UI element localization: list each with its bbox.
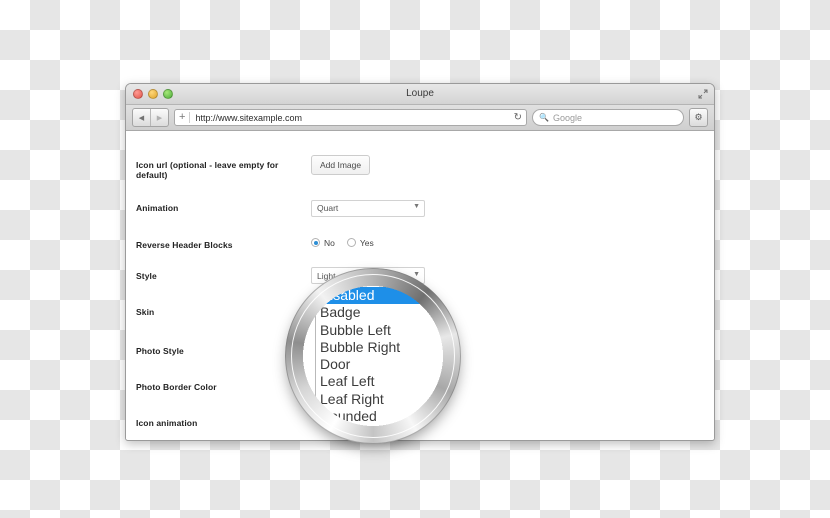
field-icon-url: Add Image: [311, 155, 714, 175]
field-style: Light ▼: [311, 266, 714, 284]
form-row-icon-animation: Icon animation: [126, 413, 714, 428]
label-skin: Skin: [136, 307, 155, 317]
field-animation: Quart ▼: [311, 198, 714, 217]
form-row-icon-url: Icon url (optional - leave empty for def…: [126, 155, 714, 180]
close-window-button[interactable]: [133, 89, 143, 99]
reverse-header-radio-group: No Yes: [311, 235, 714, 248]
add-image-button[interactable]: Add Image: [311, 155, 371, 175]
address-bar[interactable]: + http://www.sitexample.com ↻: [174, 109, 527, 126]
label-style: Style: [136, 270, 157, 281]
label-animation: Animation: [136, 203, 179, 213]
forward-button[interactable]: ▶: [150, 109, 168, 126]
browser-window: Loupe ◀ ▶ + http://www.sitexample.com ↻ …: [125, 83, 715, 441]
form-row-skin: Skin Minimal ▼: [126, 302, 714, 321]
skin-select[interactable]: Minimal: [311, 303, 425, 321]
radio-yes-label: Yes: [359, 237, 374, 248]
skin-select-wrapper: Minimal ▼: [311, 302, 425, 321]
browser-toolbar: ◀ ▶ + http://www.sitexample.com ↻ 🔍 Goog…: [126, 105, 714, 131]
form-row-photo-style: Photo Style: [126, 341, 714, 356]
maximize-window-button[interactable]: [163, 89, 173, 99]
search-input[interactable]: 🔍 Google: [532, 109, 684, 126]
search-icon: 🔍: [539, 113, 549, 122]
window-title: Loupe: [406, 88, 434, 99]
url-text: http://www.sitexample.com: [195, 112, 302, 123]
search-placeholder: Google: [552, 112, 582, 123]
style-select-wrapper: Light ▼: [311, 266, 425, 284]
page-content: Icon url (optional - leave empty for def…: [126, 131, 714, 439]
form-row-style: Style Light ▼: [126, 266, 714, 284]
minimize-window-button[interactable]: [148, 89, 158, 99]
label-photo-border-color: Photo Border Color: [136, 381, 217, 392]
field-reverse-header-blocks: No Yes: [311, 235, 714, 248]
animation-select[interactable]: Quart: [311, 199, 425, 217]
field-skin: Minimal ▼: [311, 302, 714, 321]
label-photo-style: Photo Style: [136, 345, 184, 356]
radio-no-label: No: [324, 237, 335, 248]
reload-icon[interactable]: ↻: [514, 112, 522, 123]
nav-buttons: ◀ ▶: [132, 108, 169, 127]
animation-select-wrapper: Quart ▼: [311, 198, 425, 217]
label-icon-animation: Icon animation: [136, 417, 198, 428]
fullscreen-icon[interactable]: [698, 89, 708, 99]
style-select[interactable]: Light: [311, 267, 425, 284]
add-bookmark-icon[interactable]: +: [179, 112, 185, 123]
label-reverse-header-blocks: Reverse Header Blocks: [136, 239, 233, 250]
address-divider: [189, 112, 191, 123]
form-row-animation: Animation Quart ▼: [126, 198, 714, 217]
form-row-reverse-header-blocks: Reverse Header Blocks No Yes: [126, 235, 714, 250]
radio-no[interactable]: [311, 238, 320, 247]
window-controls: [133, 89, 173, 99]
form-row-photo-border-color: Photo Border Color: [126, 377, 714, 392]
back-button[interactable]: ◀: [133, 109, 150, 126]
browser-titlebar: Loupe: [126, 84, 714, 105]
label-icon-url: Icon url (optional - leave empty for def…: [136, 160, 279, 180]
radio-yes[interactable]: [346, 238, 356, 247]
gear-icon[interactable]: ⚙: [689, 108, 708, 127]
